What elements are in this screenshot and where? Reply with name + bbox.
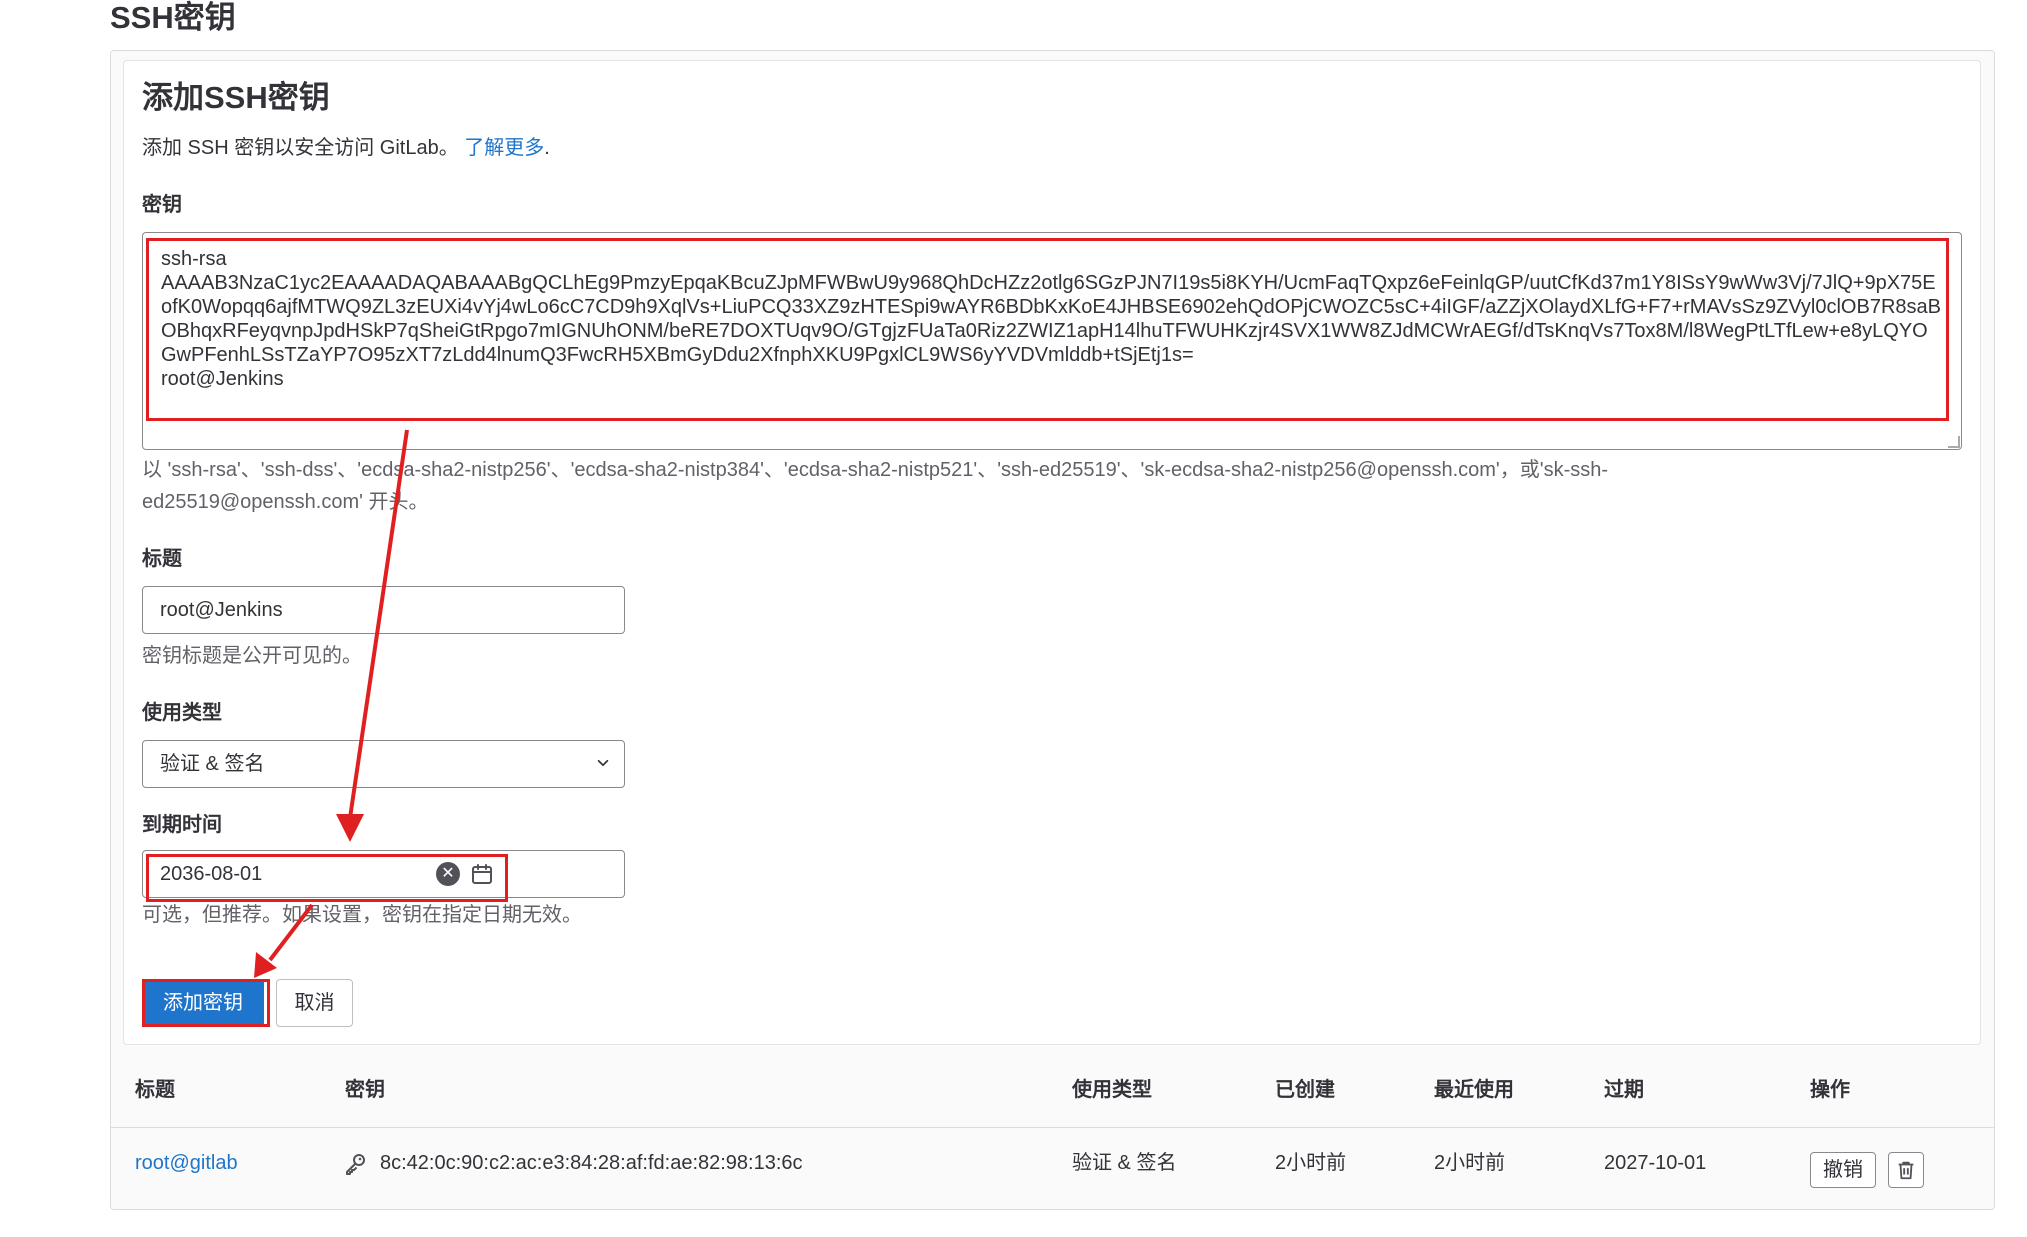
add-key-button[interactable]: 添加密钥 <box>142 979 264 1027</box>
key-icon <box>346 1154 365 1175</box>
usage-select-value: 验证 & 签名 <box>160 753 265 775</box>
title-label: 标题 <box>142 548 182 570</box>
column-header-expires: 过期 <box>1604 1079 1644 1101</box>
trash-icon <box>1898 1161 1914 1180</box>
key-created: 2小时前 <box>1275 1152 1347 1174</box>
textarea-resize-handle[interactable] <box>1948 436 1960 448</box>
column-header-created: 已创建 <box>1275 1079 1335 1101</box>
title-help: 密钥标题是公开可见的。 <box>142 645 362 667</box>
usage-select[interactable]: 验证 & 签名 <box>142 740 625 788</box>
column-header-title: 标题 <box>135 1079 175 1101</box>
learn-more-link[interactable]: 了解更多 <box>464 137 544 159</box>
key-textarea[interactable]: ssh-rsa AAAAB3NzaC1yc2EAAAADAQABAAABgQCL… <box>142 232 1962 450</box>
date-input-actions: ✕ <box>436 851 624 897</box>
column-header-last-used: 最近使用 <box>1434 1079 1514 1101</box>
cancel-button[interactable]: 取消 <box>276 979 353 1027</box>
key-expires: 2027-10-01 <box>1604 1152 1707 1174</box>
key-title-link[interactable]: root@gitlab <box>135 1150 238 1176</box>
intro-text: 添加 SSH 密钥以安全访问 GitLab。 <box>142 137 459 159</box>
title-input[interactable]: root@Jenkins <box>142 586 625 634</box>
page-title: SSH密钥 <box>110 0 236 35</box>
usage-label: 使用类型 <box>142 702 222 724</box>
key-usage-type: 验证 & 签名 <box>1072 1152 1177 1174</box>
column-header-actions: 操作 <box>1810 1079 1850 1101</box>
key-help-line-2: ed25519@openssh.com' 开头。 <box>142 491 429 513</box>
form-intro: 添加 SSH 密钥以安全访问 GitLab。 了解更多. <box>142 134 550 162</box>
column-header-key: 密钥 <box>345 1079 385 1101</box>
table-divider <box>111 1127 1994 1128</box>
form-heading: 添加SSH密钥 <box>142 80 330 115</box>
expiry-date-input[interactable]: 2036-08-01 ✕ <box>142 850 625 898</box>
delete-key-button[interactable] <box>1888 1152 1924 1188</box>
chevron-down-icon <box>597 759 609 767</box>
key-fingerprint: 8c:42:0c:90:c2:ac:e3:84:28:af:fd:ae:82:9… <box>380 1152 803 1174</box>
intro-tail: . <box>544 137 550 159</box>
column-header-usage: 使用类型 <box>1072 1079 1152 1101</box>
key-last-used: 2小时前 <box>1434 1152 1506 1174</box>
calendar-icon[interactable] <box>470 862 494 886</box>
expiry-date-value: 2036-08-01 <box>160 863 263 885</box>
key-label: 密钥 <box>142 194 182 216</box>
clear-icon[interactable]: ✕ <box>436 862 460 886</box>
revoke-button[interactable]: 撤销 <box>1810 1152 1876 1188</box>
expiry-label: 到期时间 <box>142 814 222 836</box>
expiry-help: 可选，但推荐。如果设置，密钥在指定日期无效。 <box>142 904 582 926</box>
key-help-line-1: 以 'ssh-rsa'、'ssh-dss'、'ecdsa-sha2-nistp2… <box>142 459 1609 481</box>
